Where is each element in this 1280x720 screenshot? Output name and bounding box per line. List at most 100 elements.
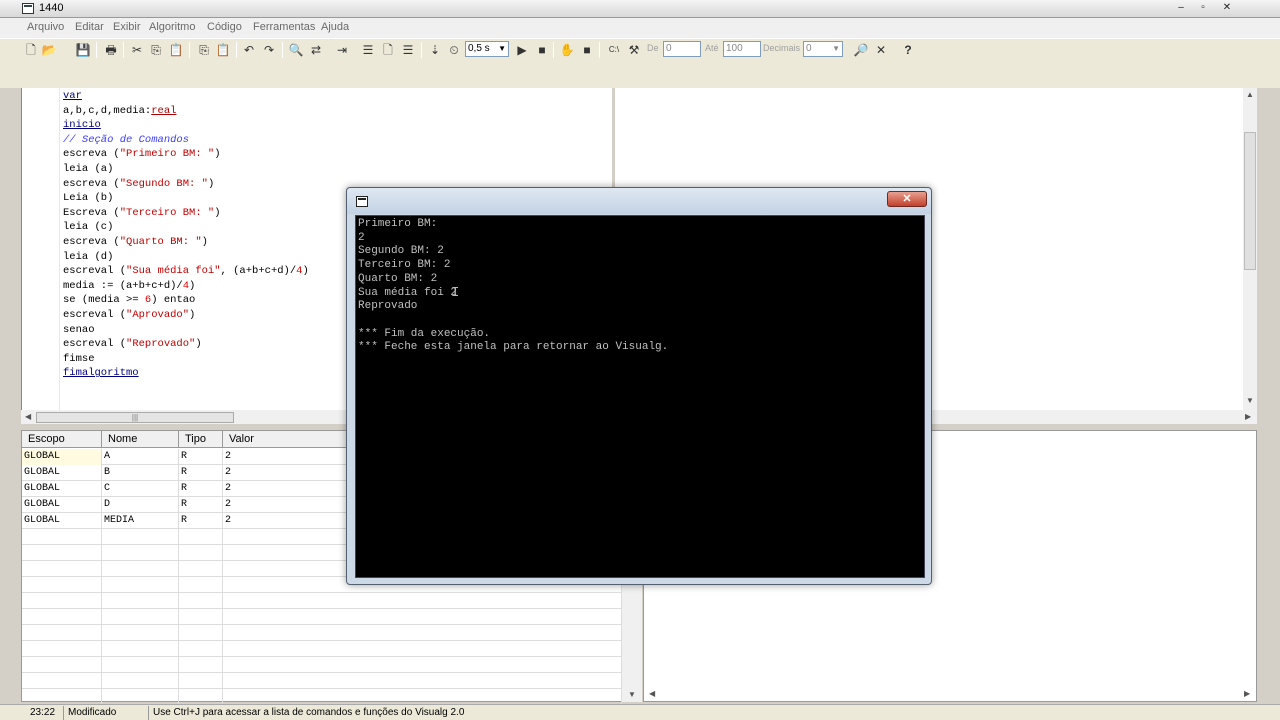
code-line[interactable]: Leia (b) — [63, 191, 309, 206]
code-line[interactable]: se (media >= 6) entao — [63, 293, 309, 308]
console-window[interactable]: ✕ Primeiro BM: 2 Segundo BM: 2 Terceiro BM:… — [346, 187, 932, 585]
code-token: "Segundo BM: " — [119, 177, 208, 190]
close-file-icon[interactable]: ✕ — [872, 41, 890, 59]
scroll-right-icon[interactable]: ▶ — [1245, 412, 1251, 421]
scroll-down-icon[interactable]: ▼ — [628, 690, 636, 699]
copy-special-icon[interactable]: ⎘ — [195, 41, 213, 59]
menu-arquivo[interactable]: Arquivo — [27, 21, 64, 33]
console-output[interactable]: Primeiro BM: 2 Segundo BM: 2 Terceiro BM: 2… — [355, 215, 925, 578]
de-label: De — [647, 43, 659, 53]
editor-hscroll-thumb[interactable]: ||| — [36, 412, 234, 423]
code-line[interactable]: leia (c) — [63, 220, 309, 235]
cut-icon[interactable]: ✂ — [128, 41, 146, 59]
scroll-right-icon[interactable]: ▶ — [1244, 689, 1250, 698]
grid-icon[interactable]: ☰ — [399, 41, 417, 59]
code-text[interactable]: var a,b,c,d,media:real inicio// Seção de C… — [63, 89, 309, 381]
code-line[interactable]: fimse — [63, 352, 309, 367]
numbered-list-icon[interactable]: ☰ — [359, 41, 377, 59]
code-token: real — [151, 104, 177, 117]
stop-icon[interactable]: ■ — [533, 41, 551, 59]
header-nome[interactable]: Nome — [102, 431, 179, 448]
table-cell — [179, 593, 223, 609]
decimais-select[interactable]: 0 ▼ — [803, 41, 843, 57]
table-cell — [179, 625, 223, 641]
table-cell — [102, 609, 179, 625]
redo-icon[interactable]: ↷ — [260, 41, 278, 59]
copy-icon[interactable]: ⎘ — [147, 41, 165, 59]
header-escopo[interactable]: Escopo — [22, 431, 102, 448]
scroll-up-icon[interactable]: ▲ — [1246, 90, 1254, 99]
editor-scroll-thumb[interactable] — [1244, 132, 1256, 270]
code-line[interactable]: escreval ("Sua média foi", (a+b+c+d)/4) — [63, 264, 309, 279]
ate-label: Até — [705, 43, 719, 53]
console-icon[interactable]: C:\ — [605, 41, 623, 59]
console-line: Segundo BM: 2 — [358, 245, 444, 258]
document-icon[interactable]: 🗋 — [379, 41, 397, 59]
step-icon[interactable]: ⇣ — [426, 41, 444, 59]
speed-select[interactable]: 0,5 s ▼ — [465, 41, 509, 57]
timer-icon[interactable]: ⏲ — [445, 41, 463, 59]
table-cell — [223, 689, 622, 705]
code-token: "Reprovado" — [126, 338, 196, 351]
find-icon[interactable]: 🔍 — [287, 41, 305, 59]
help-icon[interactable]: ? — [899, 41, 917, 59]
menu-exibir[interactable]: Exibir — [113, 21, 141, 33]
table-cell — [102, 593, 179, 609]
replace-icon[interactable]: ⇄ — [307, 41, 325, 59]
zoom-icon[interactable]: 🔎 — [852, 41, 870, 59]
ate-input[interactable]: 100 — [723, 41, 761, 57]
menu-ferramentas[interactable]: Ferramentas — [253, 21, 315, 33]
code-line[interactable]: escreva ("Segundo BM: ") — [63, 177, 309, 192]
menu-codigo[interactable]: Código — [207, 21, 242, 33]
table-cell — [179, 641, 223, 657]
code-line[interactable]: inicio — [63, 118, 309, 133]
scroll-down-icon[interactable]: ▼ — [1246, 396, 1254, 405]
console-close-button[interactable]: ✕ — [887, 191, 927, 207]
code-line[interactable]: leia (d) — [63, 250, 309, 265]
code-line[interactable]: escreva ("Quarto BM: ") — [63, 235, 309, 250]
scroll-left-icon[interactable]: ◀ — [25, 412, 31, 421]
table-cell: A — [102, 449, 179, 465]
code-token: ) — [201, 235, 208, 248]
code-line[interactable]: escreva ("Primeiro BM: ") — [63, 147, 309, 162]
table-cell: C — [102, 481, 179, 497]
tool-icon[interactable]: ⚒ — [625, 41, 643, 59]
menu-ajuda[interactable]: Ajuda — [321, 21, 349, 33]
paste-special-icon[interactable]: 📋 — [214, 41, 232, 59]
code-line[interactable]: media := (a+b+c+d)/4) — [63, 279, 309, 294]
breakpoint-icon[interactable]: ■ — [578, 41, 596, 59]
de-input[interactable]: 0 — [663, 41, 701, 57]
header-tipo[interactable]: Tipo — [179, 431, 223, 448]
table-cell — [179, 561, 223, 577]
code-line[interactable]: escreval ("Aprovado") — [63, 308, 309, 323]
paste-icon[interactable]: 📋 — [167, 41, 185, 59]
undo-icon[interactable]: ↶ — [240, 41, 258, 59]
code-line[interactable]: a,b,c,d,media:real — [63, 104, 309, 119]
console-title-bar[interactable]: ✕ — [347, 188, 931, 214]
code-token: ) — [207, 177, 215, 190]
scroll-left-icon[interactable]: ◀ — [649, 689, 655, 698]
restore-button[interactable]: ▫ — [1194, 2, 1212, 15]
code-line[interactable]: // Seção de Comandos — [63, 133, 309, 148]
code-line[interactable]: leia (a) — [63, 162, 309, 177]
console-line: Terceiro BM: 2 — [358, 259, 451, 272]
code-line[interactable]: fimalgoritmo — [63, 366, 309, 381]
open-folder-icon[interactable]: 📂 — [40, 41, 58, 59]
new-file-icon[interactable]: 🗋 — [22, 41, 40, 59]
save-icon[interactable]: 💾 — [74, 41, 92, 59]
print-icon[interactable]: 🖶 — [102, 41, 120, 59]
code-line[interactable]: escreval ("Reprovado") — [63, 337, 309, 352]
indent-icon[interactable]: ⇥ — [333, 41, 351, 59]
run-icon[interactable]: ▶ — [513, 41, 531, 59]
code-line[interactable]: Escreva ("Terceiro BM: ") — [63, 206, 309, 221]
hand-icon[interactable]: ✋ — [558, 41, 576, 59]
code-line[interactable]: senao — [63, 323, 309, 338]
code-line[interactable]: var — [63, 89, 309, 104]
minimize-button[interactable]: – — [1172, 2, 1190, 15]
table-cell — [22, 529, 102, 545]
menu-algoritmo[interactable]: Algoritmo — [149, 21, 195, 33]
console-line: Primeiro BM: — [358, 218, 438, 230]
menu-editar[interactable]: Editar — [75, 21, 104, 33]
close-button[interactable]: ✕ — [1218, 2, 1236, 15]
